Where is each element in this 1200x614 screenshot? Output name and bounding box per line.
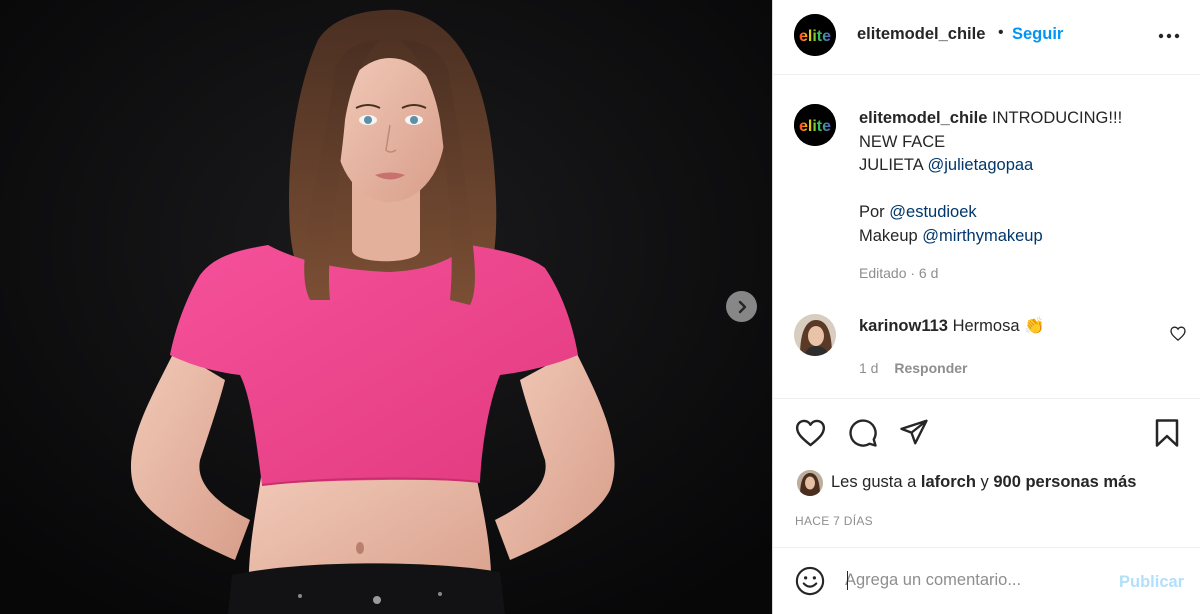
comment-like-heart-icon[interactable] <box>1170 326 1186 341</box>
svg-text:elite: elite <box>799 28 831 45</box>
liker-username[interactable]: laforch <box>921 473 976 491</box>
mention-estudioek[interactable]: @estudioek <box>889 203 976 221</box>
comment-bubble-icon[interactable] <box>848 418 878 448</box>
elite-logo-icon: elite <box>794 104 836 146</box>
caption-edited-meta: Editado · 6 d <box>859 265 939 281</box>
comment-age: 1 d <box>859 360 879 376</box>
post-photo <box>0 0 772 614</box>
comment-meta: 1 d Responder <box>859 360 967 376</box>
post-container: elite elitemodel_chile • Seguir elite el… <box>0 0 1200 614</box>
follow-button[interactable]: Seguir <box>1012 25 1063 44</box>
caption-line-4-text: Por <box>859 203 885 221</box>
liker-avatar[interactable] <box>797 470 823 496</box>
more-options-icon[interactable] <box>1157 26 1181 46</box>
commenter-avatar[interactable] <box>794 314 836 356</box>
comment-username[interactable]: karinow113 <box>859 317 948 335</box>
comment-input[interactable] <box>845 568 1095 592</box>
comment-text: Hermosa <box>952 317 1020 335</box>
likes-middle: y <box>980 473 989 491</box>
publish-button[interactable]: Publicar <box>1119 573 1184 592</box>
likes-prefix: Les gusta a <box>831 473 917 491</box>
comment-body: karinow113 Hermosa 👏 <box>859 317 1045 336</box>
elite-logo-icon: elite <box>794 14 836 56</box>
caption-line-1: INTRODUCING!!! <box>991 109 1123 127</box>
commenter-photo <box>794 314 836 356</box>
profile-avatar[interactable]: elite <box>794 14 836 56</box>
heart-icon[interactable] <box>795 419 826 447</box>
post-actions: Les gusta a laforch y 900 personas más H… <box>773 398 1200 548</box>
reply-button[interactable]: Responder <box>894 360 967 376</box>
mention-julietagopaa[interactable]: @julietagopaa <box>927 156 1033 174</box>
post-media[interactable] <box>0 0 772 614</box>
next-image-button[interactable] <box>726 291 757 322</box>
clapping-hands-emoji: 👏 <box>1024 317 1045 335</box>
caption-avatar[interactable]: elite <box>794 104 836 146</box>
caption-line-5-text: Makeup <box>859 226 918 245</box>
text-caret <box>847 571 848 590</box>
caption-line-3-text: JULIETA <box>859 156 923 174</box>
post-header: elite elitemodel_chile • Seguir <box>773 0 1200 75</box>
likes-count[interactable]: 900 personas más <box>993 473 1136 491</box>
liker-photo <box>797 470 823 496</box>
caption-username[interactable]: elitemodel_chile <box>859 109 987 127</box>
post-side-panel: elite elitemodel_chile • Seguir elite el… <box>772 0 1200 614</box>
likes-summary: Les gusta a laforch y 900 personas más <box>831 473 1136 492</box>
header-username[interactable]: elitemodel_chile <box>857 25 985 44</box>
caption-line-2: NEW FACE <box>859 132 946 151</box>
smiley-icon[interactable] <box>795 566 825 596</box>
header-separator: • <box>998 24 1004 41</box>
chevron-right-icon <box>738 300 746 313</box>
svg-text:elite: elite <box>799 118 831 135</box>
post-timestamp[interactable]: HACE 7 DÍAS <box>795 514 873 528</box>
add-comment-bar: Publicar <box>773 547 1200 614</box>
post-caption: elitemodel_chile INTRODUCING!!! NEW FACE… <box>859 107 1189 248</box>
paper-plane-icon[interactable] <box>899 418 929 446</box>
bookmark-icon[interactable] <box>1154 418 1180 448</box>
mention-mirthymakeup[interactable]: @mirthymakeup <box>922 227 1042 245</box>
